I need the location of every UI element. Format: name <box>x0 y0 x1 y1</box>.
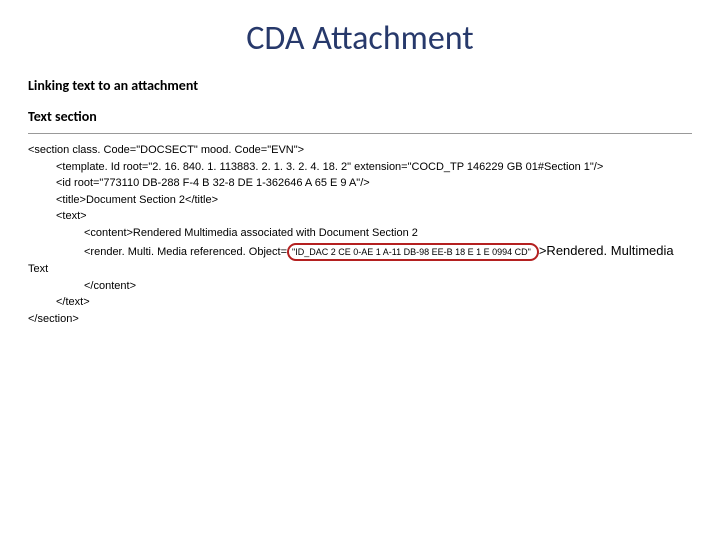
code-text: <render. Multi. Media referenced. Object… <box>84 246 287 258</box>
code-line-render: <render. Multi. Media referenced. Object… <box>28 241 692 261</box>
code-line: </text> <box>28 294 692 311</box>
code-line: <section class. Code="DOCSECT" mood. Cod… <box>28 144 304 156</box>
code-line: <text> <box>28 208 692 225</box>
divider <box>28 133 692 134</box>
page-title: CDA Attachment <box>28 18 692 59</box>
code-line: <title>Document Section 2</title> <box>28 192 692 209</box>
slide-page: CDA Attachment Linking text to an attach… <box>0 0 720 540</box>
code-line: </content> <box>28 278 692 295</box>
highlighted-id-value: "ID_DAC 2 CE 0-AE 1 A-11 DB-98 EE-B 18 E… <box>292 247 531 257</box>
code-line: Text <box>28 263 48 275</box>
code-line: <id root="773110 DB-288 F-4 B 32-8 DE 1-… <box>28 175 692 192</box>
subheading-text-section: Text section <box>28 108 692 125</box>
highlighted-id: "ID_DAC 2 CE 0-AE 1 A-11 DB-98 EE-B 18 E… <box>287 243 539 261</box>
code-line: <template. Id root="2. 16. 840. 1. 11388… <box>28 159 692 176</box>
subheading-link-text: Linking text to an attachment <box>28 77 692 94</box>
code-text: >Rendered. Multimedia <box>539 243 674 258</box>
code-line: <content>Rendered Multimedia associated … <box>28 225 692 242</box>
code-block: <section class. Code="DOCSECT" mood. Cod… <box>28 142 692 327</box>
code-line: </section> <box>28 313 79 325</box>
